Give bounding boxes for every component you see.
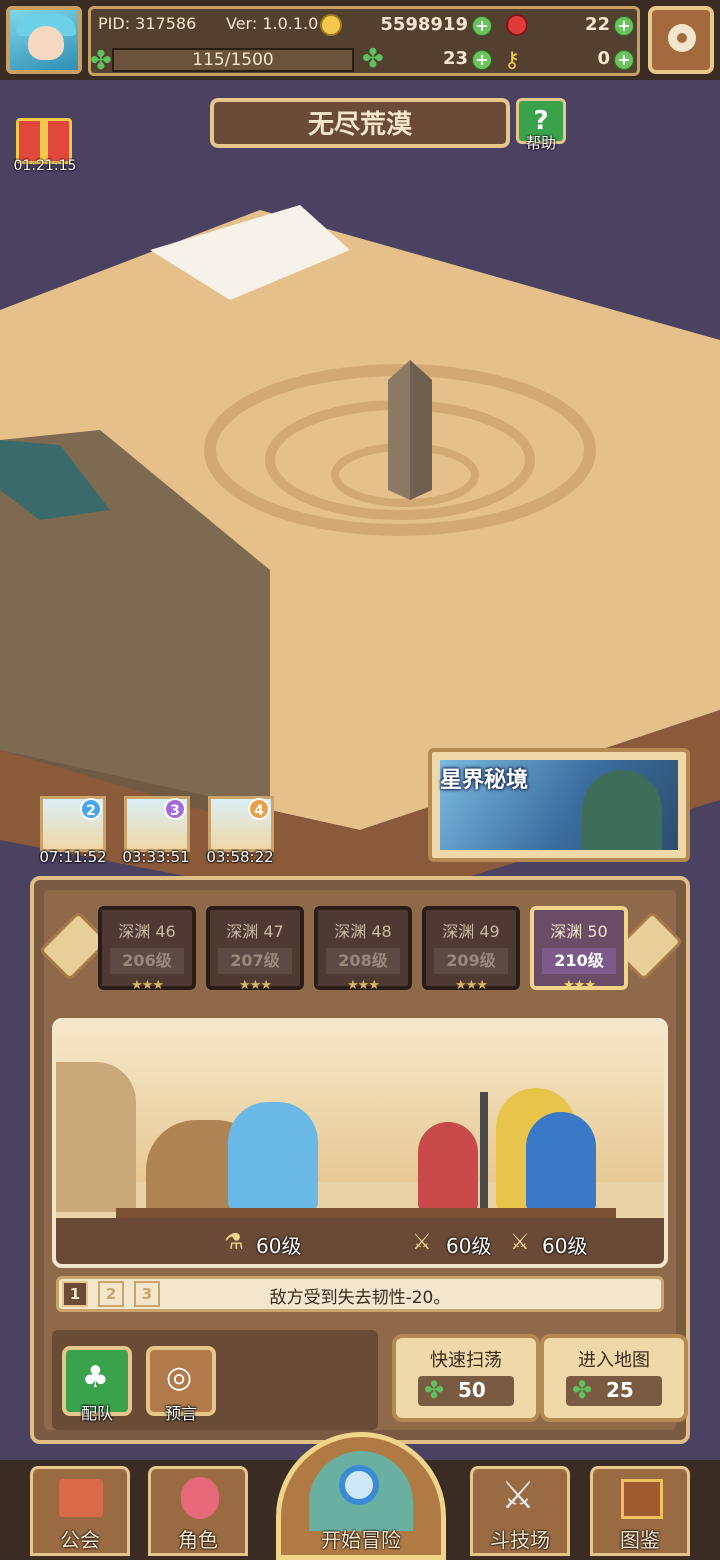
gold-amount: 5598919 — [380, 14, 468, 35]
magnifier-icon — [339, 1465, 379, 1505]
add-gem-button[interactable]: + — [614, 16, 634, 36]
expedition-timer: 03:33:51 — [122, 848, 190, 866]
help-label: 帮助 — [525, 134, 556, 152]
expedition-timer: 07:11:52 — [39, 848, 107, 866]
guild-building-icon — [59, 1479, 103, 1517]
prophecy-label: 预言 — [164, 1404, 197, 1423]
astral-realm-title: 星界秘境 — [440, 768, 529, 793]
clover-icon: ✤ — [424, 1376, 445, 1404]
sweep-cost-value: 50 — [458, 1378, 486, 1402]
stage-card[interactable]: 深渊 46 206级 ★★★ — [98, 906, 196, 993]
stage-name: 深渊 49 — [442, 922, 500, 941]
stage-stars: ★★★ — [239, 978, 272, 993]
map-title: 无尽荒漠 — [307, 110, 412, 140]
team-label: 配队 — [80, 1404, 113, 1423]
book-icon — [621, 1479, 663, 1519]
stage-card[interactable]: 深渊 49 209级 ★★★ — [422, 906, 520, 993]
stage-stars: ★★★ — [347, 978, 380, 993]
hero-ice-mage — [228, 1102, 318, 1212]
player-avatar[interactable] — [6, 6, 82, 74]
stage-card[interactable]: 深渊 47 207级 ★★★ — [206, 906, 304, 993]
hero-level: 60级 — [256, 1234, 302, 1258]
crossed-swords-icon: ⚔ — [501, 1473, 536, 1517]
stage-level: 208级 — [326, 948, 400, 974]
settings-button[interactable] — [648, 6, 714, 74]
stage-name: 深渊 48 — [334, 922, 392, 941]
stage-name: 深渊 47 — [226, 922, 284, 941]
stage-card-selected[interactable]: 深渊 50 210级 ★★★ — [530, 906, 628, 993]
add-gold-button[interactable]: + — [472, 16, 492, 36]
expedition-timer: 03:58:22 — [206, 848, 274, 866]
rock-formation — [56, 1062, 136, 1212]
prophecy-icon: ◎ — [166, 1360, 193, 1395]
class-icon: ⚔ — [412, 1230, 432, 1255]
enter-map-button[interactable]: 进入地图 ✤ 25 — [540, 1334, 688, 1422]
stage-name: 深渊 50 — [550, 922, 608, 941]
character-portrait — [582, 770, 662, 850]
stage-level: 206级 — [110, 948, 184, 974]
hero-red-warrior — [418, 1122, 478, 1212]
add-clover-button[interactable]: + — [472, 50, 492, 70]
class-icon: ⚔ — [510, 1230, 530, 1255]
key-amount: 0 — [597, 48, 610, 69]
stage-stars: ★★★ — [563, 978, 596, 993]
nav-guild-label: 公会 — [60, 1528, 100, 1552]
add-key-button[interactable]: + — [614, 50, 634, 70]
energy-value: 115/1500 — [192, 50, 274, 70]
character-icon — [181, 1477, 219, 1519]
nav-character-label: 角色 — [178, 1528, 218, 1552]
key-icon: ⚷ — [504, 48, 521, 73]
red-gem-icon — [506, 14, 528, 36]
player-id: PID: 317586 — [98, 14, 197, 33]
clover-amount: 23 — [442, 48, 468, 69]
hero-level: 60级 — [542, 1234, 588, 1258]
hero-blue-demon — [526, 1112, 596, 1212]
enter-map-label: 进入地图 — [578, 1350, 650, 1371]
battle-preview: ⚗ 60级 ⚔ 60级 ⚔ 60级 — [52, 1018, 668, 1268]
effect-description: 敌方受到失去韧性-20。 — [269, 1288, 451, 1308]
nav-adventure-label: 开始冒险 — [321, 1528, 401, 1552]
gift-timer: 01:21:15 — [13, 158, 77, 174]
gold-coin-icon — [320, 14, 342, 36]
expedition-number: 3 — [164, 798, 186, 820]
expedition-number: 4 — [248, 798, 270, 820]
stage-level: 210级 — [542, 948, 616, 974]
game-version: Ver: 1.0.1.0 — [226, 14, 319, 33]
enter-map-cost: ✤ 25 — [566, 1376, 662, 1406]
stage-level: 209级 — [434, 948, 508, 974]
quick-sweep-label: 快速扫荡 — [430, 1350, 502, 1371]
team-icon: ♣ — [82, 1360, 109, 1395]
nav-codex-label: 图鉴 — [620, 1528, 660, 1552]
gem-amount: 22 — [584, 14, 610, 35]
hero-level: 60级 — [446, 1234, 492, 1258]
quick-sweep-cost: ✤ 50 — [418, 1376, 514, 1406]
stage-level: 207级 — [218, 948, 292, 974]
expedition-number: 2 — [80, 798, 102, 820]
stage-card[interactable]: 深渊 48 208级 ★★★ — [314, 906, 412, 993]
nav-arena-label: 斗技场 — [490, 1528, 550, 1552]
clover-icon: ✤ — [572, 1376, 593, 1404]
class-icon: ⚗ — [224, 1230, 244, 1255]
clover-icon: ✤ — [362, 44, 384, 74]
gear-icon — [668, 24, 696, 52]
avatar-face — [28, 26, 64, 60]
stage-name: 深渊 46 — [118, 922, 176, 941]
stage-stars: ★★★ — [131, 978, 164, 993]
enter-cost-value: 25 — [606, 1378, 634, 1402]
stage-stars: ★★★ — [455, 978, 488, 993]
energy-clover-icon: ✤ — [90, 46, 112, 76]
quick-sweep-button[interactable]: 快速扫荡 ✤ 50 — [392, 1334, 540, 1422]
hero-sword — [480, 1092, 488, 1212]
